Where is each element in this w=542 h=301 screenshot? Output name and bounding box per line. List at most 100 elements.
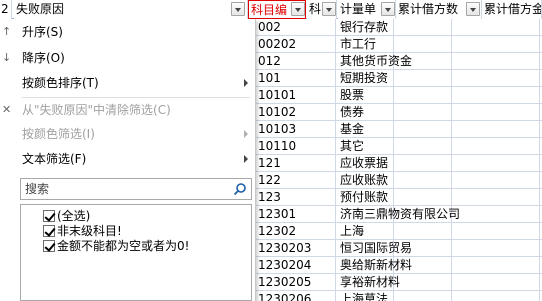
cell-empty[interactable] xyxy=(452,104,540,121)
cell-account-code[interactable]: 1230205 xyxy=(256,274,336,291)
header-debit-qty-label: 累计借方数 xyxy=(398,2,459,16)
cell-account-code[interactable]: 1230203 xyxy=(256,240,336,257)
cell-account-name[interactable]: 享裕新材料 xyxy=(336,274,400,291)
cell-account-code[interactable]: 10101 xyxy=(256,87,336,104)
cell-empty[interactable] xyxy=(394,189,452,206)
table-row[interactable]: 10101 股票 xyxy=(256,87,542,104)
cell-account-code[interactable]: 122 xyxy=(256,172,336,189)
cell-empty[interactable] xyxy=(452,87,540,104)
filter-button-unit[interactable] xyxy=(381,2,395,16)
cell-account-code[interactable]: 10102 xyxy=(256,104,336,121)
cell-account-code[interactable]: 1230204 xyxy=(256,257,336,274)
cell-empty[interactable] xyxy=(394,70,452,87)
table-row[interactable]: 122 应收账款 xyxy=(256,172,542,189)
cell-account-code[interactable]: 12301 xyxy=(256,206,336,223)
filter-button-account-code[interactable] xyxy=(291,2,305,16)
table-row[interactable]: 10102 债券 xyxy=(256,104,542,121)
table-row[interactable]: 10110 其它 xyxy=(256,138,542,155)
cell-empty[interactable] xyxy=(452,138,540,155)
filter-search-box[interactable] xyxy=(20,178,252,200)
cell-account-code[interactable]: 121 xyxy=(256,155,336,172)
filter-search-input[interactable] xyxy=(21,179,221,199)
menu-sort-by-color[interactable]: 按颜色排序(T) xyxy=(0,72,256,94)
cell-account-name[interactable]: 预付账款 xyxy=(336,189,394,206)
cell-empty[interactable] xyxy=(452,291,540,301)
filter-values-list[interactable]: (全选) 非末级科目! 金额不能都为空或者为0! xyxy=(20,204,252,301)
cell-empty[interactable] xyxy=(394,138,452,155)
cell-empty[interactable] xyxy=(452,240,540,257)
table-row[interactable]: 1230205 享裕新材料 xyxy=(256,274,542,291)
cell-account-name[interactable]: 股票 xyxy=(336,87,394,104)
cell-account-code[interactable]: 002 xyxy=(256,19,336,36)
table-row[interactable]: 10103 基金 xyxy=(256,121,542,138)
cell-empty[interactable] xyxy=(394,291,452,301)
table-row[interactable]: 00202 市工行 xyxy=(256,36,542,53)
menu-sort-descending[interactable]: ↓ 降序(O) xyxy=(0,47,256,69)
cell-empty[interactable] xyxy=(452,257,540,274)
filter-dropdown-button[interactable] xyxy=(231,2,245,16)
table-row[interactable]: 002 银行存款 xyxy=(256,19,542,36)
table-row[interactable]: 12302 上海 xyxy=(256,223,542,240)
cell-account-name[interactable]: 其他货币资金 xyxy=(336,53,412,70)
menu-sort-ascending[interactable]: ↑ 升序(S) xyxy=(0,21,256,43)
cell-account-code[interactable]: 123 xyxy=(256,189,336,206)
cell-account-name[interactable]: 应收票据 xyxy=(336,155,394,172)
checkbox-checked-icon[interactable] xyxy=(43,240,55,252)
cell-account-name[interactable]: 上海 xyxy=(336,223,394,240)
cell-account-code[interactable]: 101 xyxy=(256,70,336,87)
cell-empty[interactable] xyxy=(452,19,540,36)
cell-empty[interactable] xyxy=(452,155,540,172)
table-row[interactable]: 12301 济南三鼎物资有限公司 xyxy=(256,206,542,223)
table-row[interactable]: 123 预付账款 xyxy=(256,189,542,206)
table-row[interactable]: 1230203 恒习国际贸易 xyxy=(256,240,542,257)
cell-account-name[interactable]: 债券 xyxy=(336,104,394,121)
cell-empty[interactable] xyxy=(452,70,540,87)
cell-empty[interactable] xyxy=(452,206,540,223)
cell-account-code[interactable]: 00202 xyxy=(256,36,336,53)
cell-account-code[interactable]: 1230206 xyxy=(256,291,336,301)
cell-empty[interactable] xyxy=(452,36,540,53)
cell-empty[interactable] xyxy=(394,172,452,189)
checkbox-checked-icon[interactable] xyxy=(43,210,55,222)
cell-account-code[interactable]: 10103 xyxy=(256,121,336,138)
table-row[interactable]: 1230206 上海草法 xyxy=(256,291,542,301)
cell-empty[interactable] xyxy=(394,274,452,291)
cell-account-name[interactable]: 恒习国际贸易 xyxy=(336,240,412,257)
menu-text-filter[interactable]: 文本筛选(F) xyxy=(0,148,256,170)
cell-account-name[interactable]: 应收账款 xyxy=(336,172,394,189)
cell-account-name[interactable]: 上海草法 xyxy=(336,291,394,301)
cell-empty[interactable] xyxy=(452,274,540,291)
cell-account-name[interactable]: 济南三鼎物资有限公司 xyxy=(336,206,460,223)
cell-empty[interactable] xyxy=(452,172,540,189)
cell-account-name[interactable]: 短期投资 xyxy=(336,70,394,87)
table-row[interactable]: 121 应收票据 xyxy=(256,155,542,172)
cell-account-code[interactable]: 012 xyxy=(256,53,336,70)
table-row[interactable]: 012 其他货币资金 xyxy=(256,53,542,70)
cell-empty[interactable] xyxy=(394,104,452,121)
header-fail-reason[interactable]: 失败原因 xyxy=(14,0,248,19)
cell-empty[interactable] xyxy=(394,155,452,172)
cell-empty[interactable] xyxy=(394,19,452,36)
cell-empty[interactable] xyxy=(452,121,540,138)
cell-account-name[interactable]: 其它 xyxy=(336,138,394,155)
cell-account-name[interactable]: 市工行 xyxy=(336,36,394,53)
sheet-grid[interactable]: 002 银行存款 00202 市工行 012 其他货币资金 101 短期投资 10101 股票 10… xyxy=(256,19,542,301)
filter-button-debit-qty[interactable] xyxy=(466,2,480,16)
cell-account-name[interactable]: 基金 xyxy=(336,121,394,138)
cell-account-code[interactable]: 12302 xyxy=(256,223,336,240)
table-row[interactable]: 1230204 奥给斯新材料 xyxy=(256,257,542,274)
cell-empty[interactable] xyxy=(452,189,540,206)
cell-account-name[interactable]: 银行存款 xyxy=(336,19,394,36)
cell-empty[interactable] xyxy=(394,87,452,104)
cell-account-name[interactable]: 奥给斯新材料 xyxy=(336,257,412,274)
table-row[interactable]: 101 短期投资 xyxy=(256,70,542,87)
cell-empty[interactable] xyxy=(452,53,540,70)
checkbox-checked-icon[interactable] xyxy=(43,225,55,237)
cell-empty[interactable] xyxy=(394,223,452,240)
cell-empty[interactable] xyxy=(394,121,452,138)
header-debit-amount[interactable]: 累计借方金 xyxy=(482,0,542,19)
filter-button-account[interactable] xyxy=(322,2,336,16)
cell-account-code[interactable]: 10110 xyxy=(256,138,336,155)
cell-empty[interactable] xyxy=(394,36,452,53)
cell-empty[interactable] xyxy=(452,223,540,240)
